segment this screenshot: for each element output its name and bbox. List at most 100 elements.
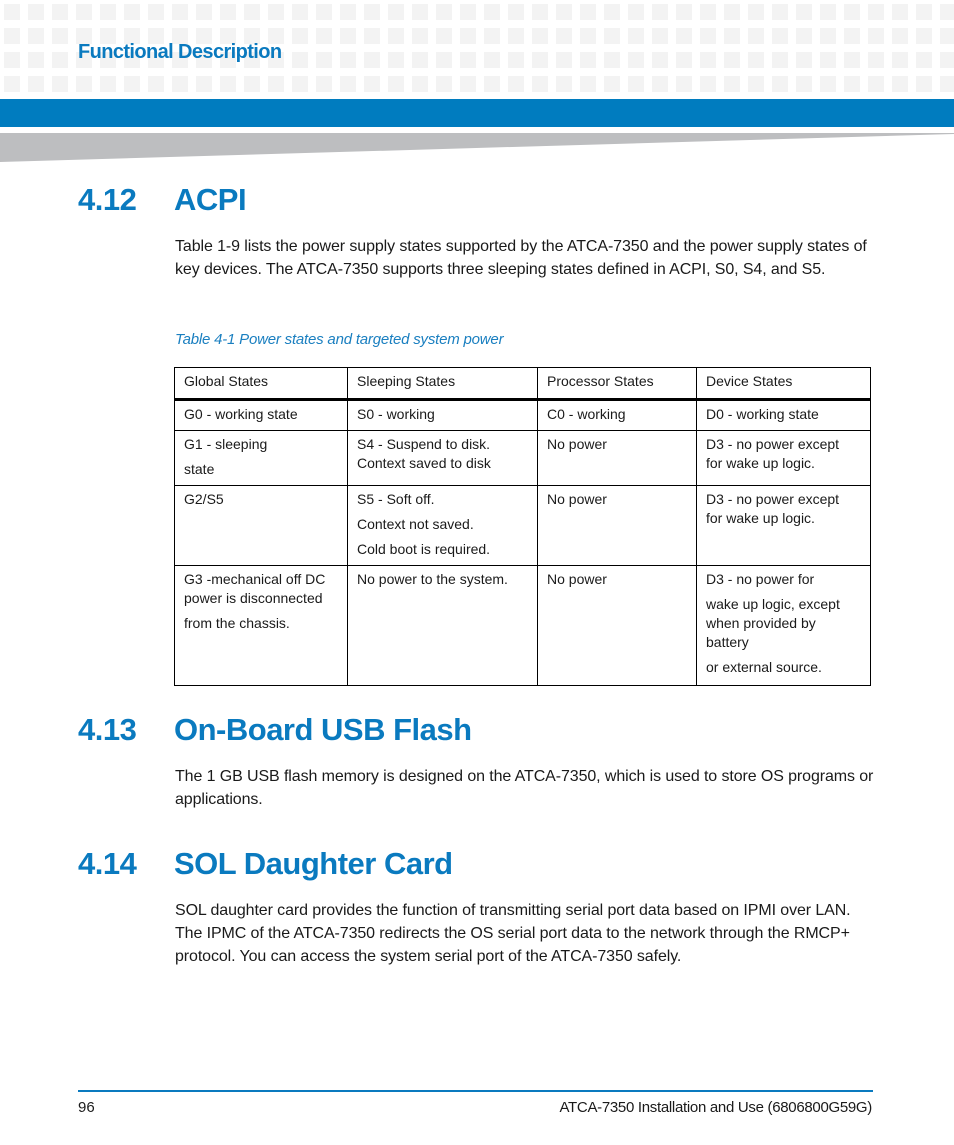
pattern-square (412, 28, 428, 44)
table-row: G2/S5 S5 - Soft off. Context not saved. … (174, 485, 871, 566)
cell-text: or external source. (706, 659, 822, 675)
cell-text: for wake up logic. (706, 510, 815, 526)
cell-text: D3 - no power except (706, 491, 840, 507)
sol-card-paragraph: SOL daughter card provides the function … (175, 902, 851, 965)
pattern-square (52, 76, 68, 92)
section-title: ACPI (174, 182, 247, 217)
pattern-square (652, 4, 668, 20)
cell-text: G3 -mechanical off DC (184, 571, 326, 587)
pattern-square (436, 28, 452, 44)
pattern-square (700, 52, 716, 68)
usb-flash-paragraph: The 1 GB USB flash memory is designed on… (175, 768, 874, 808)
pattern-square (52, 4, 68, 20)
pattern-square (220, 76, 236, 92)
pattern-square (364, 28, 380, 44)
pattern-square (580, 28, 596, 44)
pattern-square (796, 28, 812, 44)
pattern-square (700, 28, 716, 44)
pattern-square (676, 28, 692, 44)
pattern-square (628, 76, 644, 92)
pattern-square (316, 52, 332, 68)
cell-text: battery (706, 634, 749, 650)
pattern-square (796, 52, 812, 68)
cell-processor: No power (537, 485, 697, 566)
pattern-square (484, 28, 500, 44)
table-header-row: Global States Sleeping States Processor … (174, 367, 871, 401)
pattern-square (412, 4, 428, 20)
table-caption: Table 4-1 Power states and targeted syst… (175, 331, 504, 348)
pattern-square (76, 4, 92, 20)
pattern-square (892, 4, 908, 20)
pattern-square (52, 52, 68, 68)
pattern-square (124, 4, 140, 20)
cell-text: S0 - working (357, 406, 435, 422)
pattern-square (820, 52, 836, 68)
pattern-square (892, 76, 908, 92)
pattern-square (316, 76, 332, 92)
pattern-square (628, 52, 644, 68)
pattern-square (244, 76, 260, 92)
pattern-square (820, 28, 836, 44)
pattern-square (124, 76, 140, 92)
power-states-table: Global States Sleeping States Processor … (174, 367, 871, 686)
pattern-square (460, 4, 476, 20)
pattern-square (340, 76, 356, 92)
column-header: Device States (696, 367, 871, 401)
wedge-shape (0, 133, 954, 162)
pattern-square (580, 76, 596, 92)
pattern-square (388, 76, 404, 92)
cell-device: D3 - no power except for wake up logic. (696, 485, 871, 566)
cell-text: power is disconnected (184, 590, 323, 606)
pattern-square (916, 4, 932, 20)
pattern-square (916, 76, 932, 92)
pattern-square (772, 28, 788, 44)
pattern-square (340, 28, 356, 44)
pattern-square (196, 76, 212, 92)
pattern-square (556, 52, 572, 68)
cell-processor: No power (537, 430, 697, 486)
section-title: SOL Daughter Card (174, 846, 453, 881)
pattern-square (532, 28, 548, 44)
pattern-square (868, 28, 884, 44)
cell-text: No power (547, 571, 607, 587)
pattern-square (220, 4, 236, 20)
pattern-square (196, 4, 212, 20)
pattern-square (940, 76, 954, 92)
pattern-square (268, 4, 284, 20)
footer-rule (78, 1090, 873, 1092)
pattern-square (508, 28, 524, 44)
cell-global: G0 - working state (174, 399, 348, 431)
cell-text: from the chassis. (184, 615, 290, 631)
cell-sleeping: No power to the system. (347, 565, 538, 686)
pattern-square (556, 76, 572, 92)
pattern-square (868, 52, 884, 68)
column-header: Sleeping States (347, 367, 538, 401)
pattern-square (316, 28, 332, 44)
cell-text: No power (547, 436, 607, 452)
pattern-square (484, 76, 500, 92)
pattern-square (316, 4, 332, 20)
pattern-square (676, 52, 692, 68)
pattern-square (52, 28, 68, 44)
cell-global: G1 - sleeping state (174, 430, 348, 486)
cell-text: wake up logic, except (706, 596, 840, 612)
pattern-square (604, 28, 620, 44)
cell-device: D0 - working state (696, 399, 871, 431)
pattern-square (28, 4, 44, 20)
pattern-square (772, 4, 788, 20)
cell-global: G3 -mechanical off DC power is disconnec… (174, 565, 348, 686)
cell-sleeping: S0 - working (347, 399, 538, 431)
pattern-square (604, 4, 620, 20)
pattern-square (628, 28, 644, 44)
pattern-square (556, 28, 572, 44)
pattern-square (292, 4, 308, 20)
cell-text: state (184, 461, 215, 477)
pattern-square (724, 52, 740, 68)
pattern-square (796, 4, 812, 20)
pattern-square (292, 76, 308, 92)
pattern-square (508, 4, 524, 20)
page-number: 96 (78, 1099, 95, 1116)
pattern-square (100, 76, 116, 92)
pattern-square (412, 52, 428, 68)
pattern-square (580, 52, 596, 68)
